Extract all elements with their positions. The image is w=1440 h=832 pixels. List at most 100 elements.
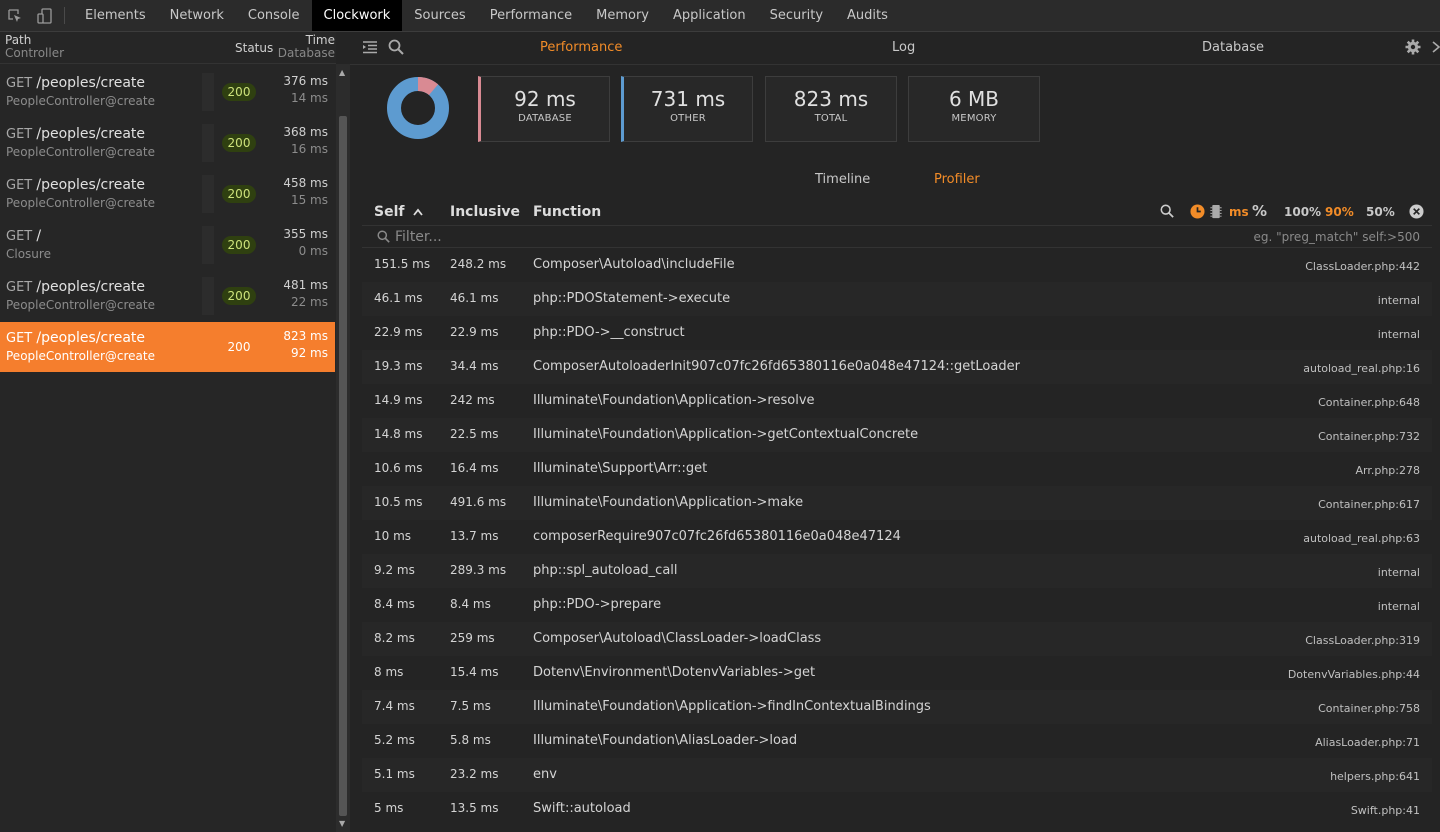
profiler-row[interactable]: 9.2 ms 289.3 ms php::spl_autoload_call inte… xyxy=(362,554,1432,588)
path-column-header[interactable]: Path Controller xyxy=(5,34,64,60)
tab-timeline[interactable]: Timeline xyxy=(815,172,870,187)
file-location-link[interactable]: ClassLoader.php:319 xyxy=(1305,634,1420,647)
status-badge: 200 xyxy=(227,340,251,354)
tab-sources[interactable]: Sources xyxy=(402,0,477,31)
tab-log[interactable]: Log xyxy=(892,40,915,55)
profiler-row[interactable]: 14.8 ms 22.5 ms Illuminate\Foundation\Appl… xyxy=(362,418,1432,452)
inclusive-time-cell: 13.5 ms xyxy=(450,801,499,815)
memory-metric-card: 6 MB MEMORY xyxy=(908,76,1040,142)
profiler-row[interactable]: 7.4 ms 7.5 ms Illuminate\Foundation\Applic… xyxy=(362,690,1432,724)
profiler-filter-input[interactable] xyxy=(395,227,1095,247)
self-time-cell: 5.2 ms xyxy=(374,733,415,747)
inspect-element-icon[interactable] xyxy=(0,0,30,31)
file-location-link[interactable]: AliasLoader.php:71 xyxy=(1315,736,1420,749)
function-column-header[interactable]: Function xyxy=(533,204,601,220)
file-location-link[interactable]: helpers.php:641 xyxy=(1330,770,1420,783)
threshold-90-button[interactable]: 90% xyxy=(1325,205,1354,219)
profiler-row[interactable]: 5 ms 13.5 ms Swift::autoload Swift.php:41 xyxy=(362,792,1432,826)
gear-icon[interactable] xyxy=(1405,39,1421,59)
scrollbar-thumb[interactable] xyxy=(339,116,347,816)
request-row[interactable]: GET /peoples/create PeopleController@crea… xyxy=(0,169,335,219)
tab-audits[interactable]: Audits xyxy=(835,0,900,31)
profiler-row[interactable]: 8.4 ms 8.4 ms php::PDO->prepare internal xyxy=(362,588,1432,622)
request-row[interactable]: GET / Closure 200 355 ms 0 ms xyxy=(0,220,335,270)
profiler-row[interactable]: 5.2 ms 5.8 ms Illuminate\Foundation\AliasL… xyxy=(362,724,1432,758)
request-method-label: GET xyxy=(6,178,33,193)
memory-icon[interactable] xyxy=(1210,204,1222,222)
device-toggle-icon[interactable] xyxy=(30,0,60,31)
file-location-link[interactable]: Swift.php:41 xyxy=(1351,804,1420,817)
self-column-header[interactable]: Self xyxy=(374,204,424,220)
request-row[interactable]: GET /peoples/create PeopleController@crea… xyxy=(0,322,335,372)
request-list-scrollbar[interactable]: ▲ ▼ xyxy=(336,64,350,832)
tab-console[interactable]: Console xyxy=(236,0,312,31)
file-location-link[interactable]: internal xyxy=(1378,566,1420,579)
file-location-link[interactable]: autoload_real.php:16 xyxy=(1303,362,1420,375)
tab-performance[interactable]: Performance xyxy=(478,0,584,31)
tab-clockwork[interactable]: Clockwork xyxy=(311,0,403,31)
file-location-link[interactable]: Container.php:648 xyxy=(1318,396,1420,409)
file-location-link[interactable]: internal xyxy=(1378,328,1420,341)
tab-elements[interactable]: Elements xyxy=(73,0,158,31)
tab-profiler[interactable]: Profiler xyxy=(934,172,980,187)
threshold-50-button[interactable]: 50% xyxy=(1366,205,1395,219)
profiler-search-icon[interactable] xyxy=(1160,204,1174,221)
profiler-row[interactable]: 19.3 ms 34.4 ms ComposerAutoloaderInit907c… xyxy=(362,350,1432,384)
request-method-label: GET xyxy=(6,280,33,295)
menu-icon[interactable] xyxy=(362,39,378,59)
profiler-row[interactable]: 14.9 ms 242 ms Illuminate\Foundation\Appli… xyxy=(362,384,1432,418)
profiler-row[interactable]: 10.5 ms 491.6 ms Illuminate\Foundation\App… xyxy=(362,486,1432,520)
scroll-up-arrow[interactable]: ▲ xyxy=(339,68,345,77)
file-location-link[interactable]: DotenvVariables.php:44 xyxy=(1288,668,1420,681)
unit-percent-toggle[interactable]: % xyxy=(1252,202,1267,220)
profiler-row[interactable]: 46.1 ms 46.1 ms php::PDOStatement->execute… xyxy=(362,282,1432,316)
self-time-cell: 10.5 ms xyxy=(374,495,423,509)
inclusive-time-cell: 242 ms xyxy=(450,393,495,407)
request-time: 355 ms xyxy=(283,227,328,241)
file-location-link[interactable]: internal xyxy=(1378,600,1420,613)
request-method: GET /peoples/create xyxy=(6,279,145,295)
self-time-cell: 14.9 ms xyxy=(374,393,423,407)
profiler-row[interactable]: 10.6 ms 16.4 ms Illuminate\Support\Arr::ge… xyxy=(362,452,1432,486)
request-path: /peoples/create xyxy=(36,177,145,193)
file-location-link[interactable]: autoload_real.php:63 xyxy=(1303,532,1420,545)
profiler-row[interactable]: 151.5 ms 248.2 ms Composer\Autoload\includ… xyxy=(362,248,1432,282)
request-row[interactable]: GET /peoples/create PeopleController@crea… xyxy=(0,67,335,117)
function-name-cell: composerRequire907c07fc26fd65380116e0a04… xyxy=(533,529,901,544)
close-circle-icon[interactable] xyxy=(1409,204,1424,222)
request-row[interactable]: GET /peoples/create PeopleController@crea… xyxy=(0,118,335,168)
request-controller: PeopleController@create xyxy=(6,145,155,159)
profiler-filter-row: eg. "preg_match" self:>500 xyxy=(362,225,1432,248)
profiler-row[interactable]: 22.9 ms 22.9 ms php::PDO->__construct inter… xyxy=(362,316,1432,350)
profiler-row[interactable]: 8 ms 15.4 ms Dotenv\Environment\DotenvVari… xyxy=(362,656,1432,690)
tab-memory[interactable]: Memory xyxy=(584,0,661,31)
file-location-link[interactable]: Container.php:758 xyxy=(1318,702,1420,715)
file-location-link[interactable]: Arr.php:278 xyxy=(1355,464,1420,477)
threshold-100-button[interactable]: 100% xyxy=(1284,205,1321,219)
inclusive-column-header[interactable]: Inclusive xyxy=(450,204,520,220)
request-row[interactable]: GET /peoples/create PeopleController@crea… xyxy=(0,271,335,321)
tab-security[interactable]: Security xyxy=(758,0,835,31)
dock-icon[interactable] xyxy=(1432,39,1440,59)
file-location-link[interactable]: Container.php:617 xyxy=(1318,498,1420,511)
function-name-cell: Illuminate\Foundation\AliasLoader->load xyxy=(533,733,798,748)
profiler-row[interactable]: 5.1 ms 23.2 ms env helpers.php:641 xyxy=(362,758,1432,792)
search-icon[interactable] xyxy=(388,39,404,59)
unit-ms-toggle[interactable]: ms xyxy=(1229,205,1249,219)
status-column-header[interactable]: Status xyxy=(235,41,273,55)
tab-database[interactable]: Database xyxy=(1202,40,1264,55)
tab-application[interactable]: Application xyxy=(661,0,758,31)
profiler-row[interactable]: 10 ms 13.7 ms composerRequire907c07fc26fd6… xyxy=(362,520,1432,554)
file-location-link[interactable]: ClassLoader.php:442 xyxy=(1305,260,1420,273)
file-location-link[interactable]: internal xyxy=(1378,294,1420,307)
tab-performance-panel[interactable]: Performance xyxy=(540,40,622,55)
time-column-header[interactable]: Time Database xyxy=(278,34,336,60)
clock-icon[interactable] xyxy=(1190,204,1205,222)
function-name-cell: php::PDO->__construct xyxy=(533,325,685,340)
file-location-link[interactable]: Container.php:732 xyxy=(1318,430,1420,443)
tab-network[interactable]: Network xyxy=(158,0,236,31)
scroll-down-arrow[interactable]: ▼ xyxy=(339,819,345,828)
self-time-cell: 9.2 ms xyxy=(374,563,415,577)
request-row-divider xyxy=(202,226,214,264)
profiler-row[interactable]: 8.2 ms 259 ms Composer\Autoload\ClassLoade… xyxy=(362,622,1432,656)
